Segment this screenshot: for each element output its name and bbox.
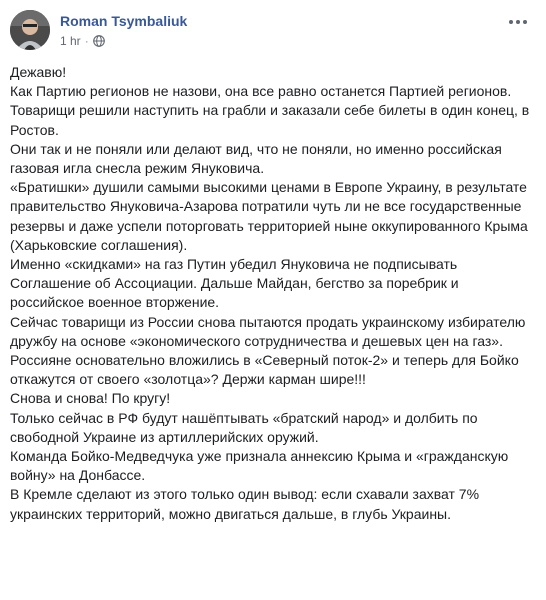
globe-icon[interactable] (92, 35, 105, 47)
post-paragraph: Они так и не поняли или делают вид, что … (10, 140, 502, 177)
post-paragraph: Именно «скидками» на газ Путин убедил Ян… (10, 256, 459, 311)
post-paragraph: Сейчас товарищи из России снова пытаются… (10, 313, 526, 349)
post-timestamp[interactable]: 1 hr (60, 34, 81, 48)
post-paragraph: Дежавю! (10, 64, 67, 80)
post-meta: 1 hr · (60, 34, 105, 48)
post-paragraph: «Братишки» душили самыми высокими ценами… (10, 179, 528, 253)
facebook-post: Roman Tsymbaliuk 1 hr · Дежавю! Как Парт… (0, 0, 546, 600)
more-options-button[interactable] (504, 12, 532, 32)
post-paragraph: Снова и снова! По кругу! (10, 390, 171, 407)
author-name[interactable]: Roman Tsymbaliuk (60, 13, 187, 29)
more-options-icon (509, 20, 527, 24)
meta-separator: · (84, 34, 89, 48)
post-body: Дежавю! Как Партию регионов не назови, о… (10, 63, 530, 524)
post-paragraph: Команда Бойко-Медведчука уже признала ан… (10, 448, 509, 484)
avatar-image (10, 10, 50, 50)
post-paragraph: В Кремле сделают из этого только один вы… (10, 486, 480, 522)
post-header: Roman Tsymbaliuk 1 hr · (10, 10, 536, 54)
avatar[interactable] (10, 10, 50, 50)
post-paragraph: Россияне основательно вложились в «Север… (10, 352, 519, 388)
post-paragraph: Как Партию регионов не назови, она все р… (10, 83, 512, 100)
post-paragraph: Только сейчас в РФ будут нашёптывать «бр… (10, 409, 478, 445)
post-paragraph: Товарищи решили наступить на грабли и за… (10, 102, 530, 138)
